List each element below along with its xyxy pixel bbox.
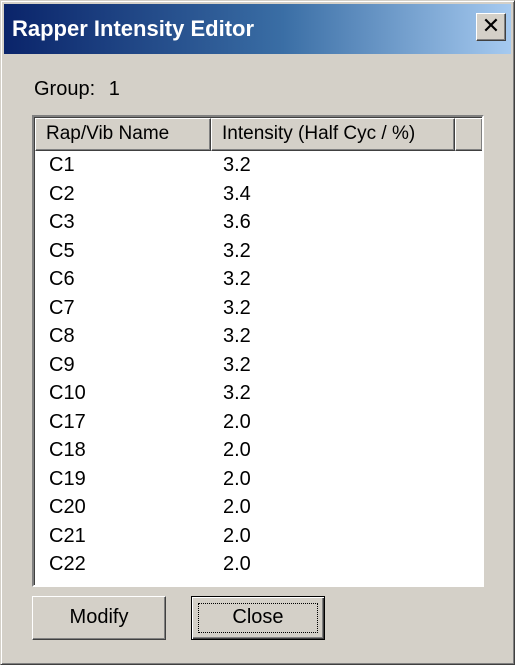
intensity-cell: 3.2 <box>223 239 251 262</box>
close-icon[interactable]: ✕ <box>476 13 506 41</box>
column-header-rap-vib-name[interactable]: Rap/Vib Name <box>35 118 211 151</box>
intensity-cell: 2.0 <box>223 410 251 433</box>
rap-vib-name-cell: C1 <box>49 154 75 176</box>
list-item[interactable]: C18 2.0 <box>35 437 482 466</box>
list-rows: C1 3.2 C2 3.4 C3 3.6 C5 3.2 C6 3.2 C7 3.2 C8 3.2 C9 3.2… <box>35 152 482 580</box>
group-info: Group: 1 <box>34 78 128 101</box>
rap-vib-name-cell: C9 <box>49 353 75 376</box>
intensity-list[interactable]: Rap/Vib Name Intensity (Half Cyc / %) C1… <box>32 115 484 587</box>
rap-vib-name-cell: C8 <box>49 325 75 347</box>
intensity-cell: 2.0 <box>223 524 251 547</box>
intensity-cell: 3.2 <box>223 154 251 176</box>
intensity-cell: 3.6 <box>223 211 251 233</box>
list-item[interactable]: C17 2.0 <box>35 409 482 438</box>
column-header-intensity[interactable]: Intensity (Half Cyc / %) <box>211 118 455 151</box>
rap-vib-name-cell: C5 <box>49 239 75 262</box>
group-label: Group: <box>34 78 96 100</box>
title-bar[interactable]: Rapper Intensity Editor ✕ <box>4 4 511 54</box>
intensity-cell: 3.2 <box>223 296 251 319</box>
intensity-cell: 3.2 <box>223 353 251 376</box>
rap-vib-name-cell: C7 <box>49 296 75 319</box>
rap-vib-name-cell: C22 <box>49 553 86 575</box>
rapper-intensity-editor-window: Rapper Intensity Editor ✕ Group: 1 Rap/V… <box>0 0 515 665</box>
intensity-cell: 2.0 <box>223 439 251 461</box>
intensity-cell: 3.4 <box>223 182 251 205</box>
list-item[interactable]: C3 3.6 <box>35 209 482 238</box>
list-item[interactable]: C8 3.2 <box>35 323 482 352</box>
list-item[interactable]: C2 3.4 <box>35 181 482 210</box>
list-header: Rap/Vib Name Intensity (Half Cyc / %) <box>35 118 482 151</box>
intensity-cell: 2.0 <box>223 496 251 518</box>
rap-vib-name-cell: C3 <box>49 211 75 233</box>
window-title: Rapper Intensity Editor <box>12 16 255 41</box>
close-button-label: Close <box>232 606 284 628</box>
list-item[interactable]: C7 3.2 <box>35 295 482 324</box>
rap-vib-name-cell: C6 <box>49 268 75 290</box>
intensity-cell: 3.2 <box>223 382 251 404</box>
rap-vib-name-cell: C18 <box>49 439 86 461</box>
rap-vib-name-cell: C2 <box>49 182 75 205</box>
list-item[interactable]: C5 3.2 <box>35 238 482 267</box>
intensity-cell: 2.0 <box>223 553 251 575</box>
intensity-cell: 3.2 <box>223 268 251 290</box>
list-item[interactable]: C22 2.0 <box>35 551 482 580</box>
modify-button-label: Modify <box>69 606 129 628</box>
rap-vib-name-cell: C17 <box>49 410 86 433</box>
rap-vib-name-cell: C19 <box>49 467 86 490</box>
intensity-cell: 2.0 <box>223 467 251 490</box>
list-item[interactable]: C19 2.0 <box>35 466 482 495</box>
list-item[interactable]: C21 2.0 <box>35 523 482 552</box>
rap-vib-name-cell: C20 <box>49 496 86 518</box>
modify-button[interactable]: Modify <box>32 596 166 640</box>
intensity-cell: 3.2 <box>223 325 251 347</box>
list-item[interactable]: C1 3.2 <box>35 152 482 181</box>
list-item[interactable]: C6 3.2 <box>35 266 482 295</box>
close-button[interactable]: Close <box>191 596 325 640</box>
rap-vib-name-cell: C21 <box>49 524 86 547</box>
rap-vib-name-cell: C10 <box>49 382 86 404</box>
list-item[interactable]: C10 3.2 <box>35 380 482 409</box>
list-item[interactable]: C20 2.0 <box>35 494 482 523</box>
group-value: 1 <box>108 78 120 100</box>
column-header-filler <box>455 118 482 151</box>
list-item[interactable]: C9 3.2 <box>35 352 482 381</box>
